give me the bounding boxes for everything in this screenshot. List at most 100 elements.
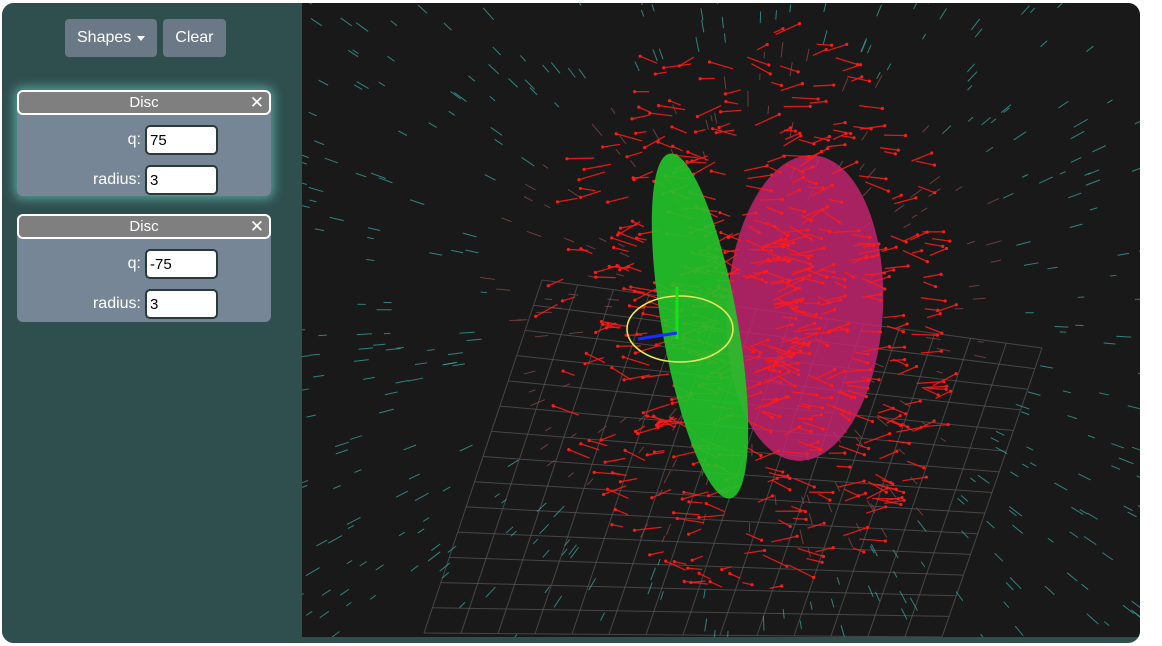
arrow-head bbox=[773, 368, 777, 373]
arrow-head bbox=[852, 136, 856, 140]
radius-input[interactable] bbox=[145, 165, 218, 195]
field-arrow bbox=[1111, 442, 1125, 449]
field-arrow bbox=[640, 523, 648, 538]
arrow-head bbox=[866, 386, 870, 390]
field-arrow bbox=[994, 552, 1004, 562]
field-arrow bbox=[443, 22, 452, 31]
arrow-head bbox=[636, 432, 640, 436]
arrow-head bbox=[781, 27, 785, 31]
arrow-head bbox=[831, 263, 836, 267]
arrow-head bbox=[865, 525, 870, 530]
arrow-head bbox=[614, 132, 618, 136]
field-arrow bbox=[1131, 167, 1140, 172]
arrow-head bbox=[785, 564, 789, 568]
field-arrow bbox=[1057, 3, 1064, 9]
arrow-head bbox=[954, 303, 958, 307]
arrow-head bbox=[886, 189, 891, 193]
field-arrow bbox=[842, 64, 861, 72]
field-arrow bbox=[769, 585, 782, 589]
arrow-head bbox=[918, 399, 922, 403]
field-arrow bbox=[615, 148, 621, 155]
field-arrow bbox=[745, 532, 762, 541]
arrow-head bbox=[654, 423, 659, 427]
arrow-head bbox=[901, 330, 905, 334]
field-arrow bbox=[921, 385, 947, 389]
arrow-head bbox=[670, 398, 674, 402]
arrow-head bbox=[954, 372, 958, 376]
arrow-head bbox=[903, 133, 908, 138]
field-arrow bbox=[302, 355, 310, 357]
arrow-head bbox=[769, 189, 773, 193]
field-arrow bbox=[876, 4, 882, 17]
field-arrow bbox=[920, 350, 942, 354]
arrow-head bbox=[798, 131, 802, 135]
q-label: q: bbox=[127, 255, 141, 272]
arrow-head bbox=[770, 494, 775, 498]
field-arrow bbox=[703, 589, 706, 599]
arrow-head bbox=[948, 389, 953, 393]
field-arrow bbox=[308, 187, 324, 193]
field-arrow bbox=[426, 349, 435, 351]
field-arrow bbox=[1131, 600, 1140, 609]
arrow-head bbox=[706, 494, 711, 498]
arrow-head bbox=[838, 298, 843, 302]
field-arrow bbox=[600, 433, 616, 441]
radius-input[interactable] bbox=[145, 289, 218, 319]
field-arrow bbox=[671, 126, 687, 134]
field-arrow bbox=[926, 313, 941, 319]
field-arrow bbox=[1013, 131, 1027, 141]
field-arrow bbox=[915, 160, 935, 166]
field-arrow bbox=[496, 288, 511, 291]
field-arrow bbox=[861, 130, 868, 141]
arrow-head bbox=[814, 313, 818, 317]
arrow-head bbox=[714, 131, 718, 135]
arrow-head bbox=[587, 438, 591, 443]
clear-button[interactable]: Clear bbox=[163, 19, 226, 57]
field-arrow bbox=[1023, 262, 1039, 266]
close-icon[interactable]: ✕ bbox=[250, 216, 264, 237]
field-arrow bbox=[557, 197, 578, 203]
arrow-head bbox=[778, 370, 782, 374]
arrow-head bbox=[806, 256, 811, 260]
field-arrow bbox=[367, 227, 381, 231]
field-arrow bbox=[981, 116, 992, 126]
field-arrow bbox=[1104, 621, 1110, 627]
toolbar: Shapes Clear bbox=[65, 19, 226, 57]
arrow-head bbox=[790, 322, 794, 327]
shape-card-header: Disc ✕ bbox=[17, 214, 271, 239]
field-arrow bbox=[674, 560, 687, 565]
arrow-head bbox=[777, 449, 781, 453]
arrow-head bbox=[945, 384, 949, 388]
q-input[interactable] bbox=[145, 125, 218, 155]
arrow-head bbox=[827, 301, 832, 305]
arrow-head bbox=[884, 490, 888, 494]
arrow-head bbox=[800, 81, 805, 86]
field-arrow bbox=[980, 633, 984, 637]
arrow-head bbox=[773, 224, 777, 229]
field-arrow bbox=[580, 190, 602, 199]
arrow-head bbox=[887, 344, 892, 349]
field-arrow bbox=[723, 76, 727, 90]
arrow-head bbox=[824, 99, 828, 103]
q-input[interactable] bbox=[145, 249, 218, 279]
field-arrow bbox=[771, 535, 798, 543]
arrow-head bbox=[819, 413, 824, 417]
field-arrow bbox=[639, 55, 658, 64]
3d-viewport[interactable] bbox=[302, 3, 1140, 637]
arrow-head bbox=[630, 117, 634, 121]
field-arrow bbox=[492, 46, 501, 56]
arrow-head bbox=[830, 183, 834, 187]
arrow-head bbox=[860, 75, 864, 79]
arrow-head bbox=[757, 230, 761, 235]
field-arrow bbox=[354, 469, 362, 473]
field-arrow bbox=[977, 474, 990, 484]
arrow-head bbox=[641, 311, 645, 316]
arrow-head bbox=[601, 322, 605, 326]
shapes-dropdown-button[interactable]: Shapes bbox=[65, 19, 158, 57]
close-icon[interactable]: ✕ bbox=[250, 92, 264, 113]
arrow-head bbox=[707, 60, 712, 64]
field-arrow bbox=[833, 129, 851, 135]
field-arrow bbox=[602, 143, 621, 148]
field-arrow bbox=[494, 493, 500, 498]
arrow-head bbox=[930, 151, 934, 155]
